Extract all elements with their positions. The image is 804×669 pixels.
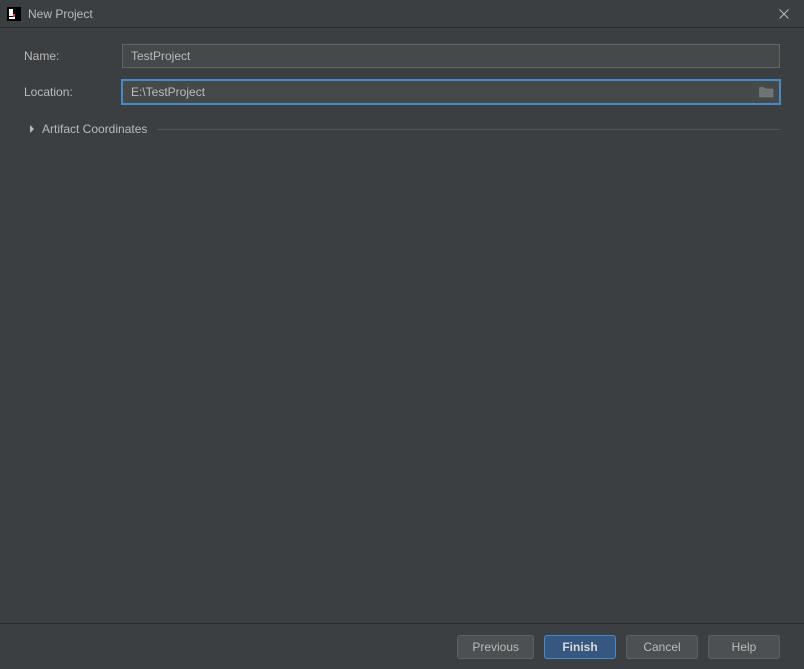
name-label: Name: xyxy=(24,49,122,63)
location-input[interactable] xyxy=(122,80,780,104)
close-button[interactable] xyxy=(770,0,798,28)
folder-icon xyxy=(759,86,774,98)
chevron-right-icon xyxy=(24,125,40,133)
artifact-coordinates-label: Artifact Coordinates xyxy=(42,122,147,136)
cancel-button[interactable]: Cancel xyxy=(626,635,698,659)
title-bar: New Project xyxy=(0,0,804,28)
button-bar: Previous Finish Cancel Help xyxy=(0,623,804,669)
window-title: New Project xyxy=(28,7,93,21)
previous-button[interactable]: Previous xyxy=(457,635,534,659)
help-button[interactable]: Help xyxy=(708,635,780,659)
name-row: Name: xyxy=(24,44,780,68)
close-icon xyxy=(779,9,789,19)
browse-folder-button[interactable] xyxy=(758,85,774,99)
app-icon xyxy=(6,6,22,22)
dialog-content: Name: Location: Artifact Coordinates xyxy=(0,28,804,623)
location-label: Location: xyxy=(24,85,122,99)
divider xyxy=(157,129,780,130)
name-input[interactable] xyxy=(122,44,780,68)
location-row: Location: xyxy=(24,80,780,104)
finish-button[interactable]: Finish xyxy=(544,635,616,659)
artifact-coordinates-expander[interactable]: Artifact Coordinates xyxy=(24,122,780,136)
